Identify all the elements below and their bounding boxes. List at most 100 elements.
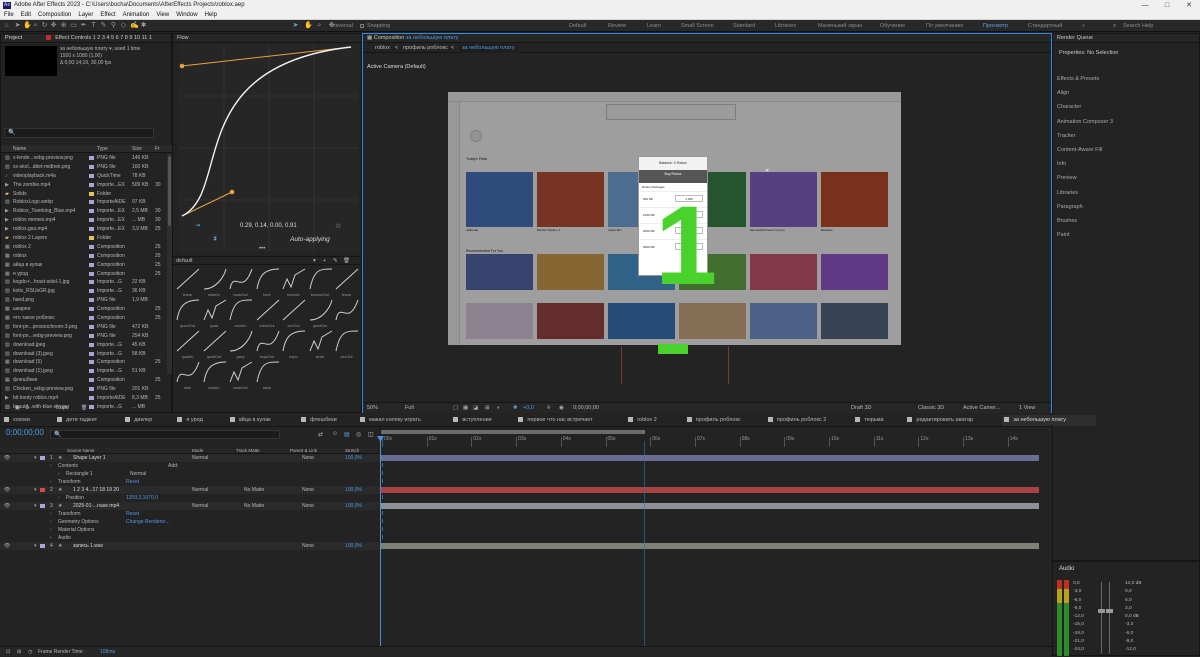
timeline-search-input[interactable]: 🔍 bbox=[50, 430, 280, 439]
label-color-chip[interactable] bbox=[89, 307, 94, 312]
preset-tile[interactable]: circle bbox=[308, 329, 333, 359]
layer-duration-bar[interactable] bbox=[381, 487, 1039, 493]
preset-set-select[interactable]: default bbox=[176, 258, 193, 264]
workspace-default-ru[interactable]: По умолчанию bbox=[926, 20, 963, 32]
flow-mirror-icon[interactable]: ⧗ bbox=[213, 236, 217, 243]
comp-flowchart-icon[interactable]: ⇄ bbox=[318, 431, 323, 438]
property-mode[interactable]: Normal bbox=[130, 470, 146, 478]
hand-icon[interactable]: ✋ bbox=[304, 22, 313, 30]
preset-tile[interactable]: quintOut bbox=[202, 329, 227, 359]
composition-name[interactable]: за небольшую плату bbox=[406, 35, 459, 41]
expand-twirl-icon[interactable]: › bbox=[50, 510, 52, 518]
workspace-libraries[interactable]: Libraries bbox=[775, 20, 796, 32]
timeline-tab[interactable]: за небольшую плату bbox=[1002, 415, 1097, 426]
timeline-tab[interactable]: первое что нас встречает bbox=[516, 415, 623, 426]
label-color-chip[interactable] bbox=[89, 316, 94, 321]
property-value-link[interactable]: Reset bbox=[126, 510, 139, 518]
project-item[interactable]: ▰ Solids Folder bbox=[1, 190, 167, 199]
timeline-tab[interactable]: нажал кнопку играть bbox=[358, 415, 449, 426]
preset-tile[interactable]: back bbox=[255, 360, 280, 390]
preset-tile[interactable]: quad bbox=[202, 298, 227, 328]
panel-item-content-aware-fill[interactable]: Content-Aware Fill bbox=[1053, 143, 1200, 157]
layer-parent[interactable]: None bbox=[302, 454, 314, 462]
preset-tile[interactable]: linear bbox=[334, 267, 359, 297]
label-color-chip[interactable] bbox=[89, 182, 94, 187]
layer-row[interactable]: 👁 ▾ 2 ★ 1 2 3 4...17 18 19 20 Normal No Matte N… bbox=[0, 486, 380, 494]
panel-item-info[interactable]: Info bbox=[1053, 157, 1200, 171]
project-item[interactable]: ▨ hand.png PNG file 1,9 MB bbox=[1, 296, 167, 305]
property-value-link[interactable]: Reset bbox=[126, 478, 139, 486]
label-color-chip[interactable] bbox=[89, 298, 94, 303]
project-item[interactable]: ▶ roblox memes.mp4 Importe...EX ... MB 30 bbox=[1, 216, 167, 225]
label-color-chip[interactable] bbox=[89, 351, 94, 356]
expand-twirl-icon[interactable]: › bbox=[50, 534, 52, 542]
timeline-tab[interactable]: профиль роблокс bbox=[685, 415, 763, 426]
brush-tool-icon[interactable]: ✎ bbox=[100, 22, 107, 30]
timeline-tab[interactable]: хохоки bbox=[2, 415, 52, 426]
expand-twirl-icon[interactable]: › bbox=[50, 526, 52, 534]
eye-visibility-icon[interactable]: 👁 bbox=[4, 486, 10, 494]
label-color-chip[interactable] bbox=[89, 227, 94, 232]
project-item[interactable]: ▨ xx-skol...ddet-midtrek.png PNG file 160 K… bbox=[1, 163, 167, 172]
menu-effect[interactable]: Effect bbox=[100, 11, 115, 19]
project-item[interactable]: ▶ roblox.gsa.mp4 Importe...EX 3,9 MB 25 bbox=[1, 225, 167, 234]
keyframe-marker-icon[interactable]: I bbox=[382, 471, 383, 477]
expand-twirl-icon[interactable]: › bbox=[50, 518, 52, 526]
expand-twirl-icon[interactable]: › bbox=[50, 462, 52, 470]
layer-mode[interactable]: Normal bbox=[192, 454, 208, 462]
timeline-tab[interactable]: диклер bbox=[123, 415, 172, 426]
selection-tool-icon[interactable]: ➤ bbox=[14, 22, 21, 30]
project-item[interactable]: ▰ roblox 2 Layers Folder bbox=[1, 234, 167, 243]
keyframe-marker-icon[interactable]: I bbox=[382, 511, 383, 517]
label-color-chip[interactable] bbox=[89, 396, 94, 401]
pan-behind-tool-icon[interactable]: ⊕ bbox=[60, 22, 67, 30]
project-item[interactable]: ▨ x-lende...vebg-preview.png PNG file 146 K… bbox=[1, 154, 167, 163]
column-parent[interactable]: Parent & Link bbox=[290, 447, 317, 454]
project-item[interactable]: ▶ The zombie.mp4 Importe...EX 509 KB 30 bbox=[1, 181, 167, 190]
layer-duration-bar[interactable] bbox=[381, 543, 1039, 549]
rectangle-tool-icon[interactable]: ▭ bbox=[70, 22, 77, 30]
expand-twirl-icon[interactable]: ▾ bbox=[34, 502, 37, 510]
delete-preset-icon[interactable]: 🗑 bbox=[343, 257, 350, 266]
popup-close-icon[interactable]: ✕ bbox=[765, 168, 769, 174]
breadcrumb-roblox[interactable]: roblox bbox=[375, 44, 390, 53]
timeline-tab[interactable]: дети таджит bbox=[55, 415, 120, 426]
layer-name[interactable]: 1 2 3 4...17 18 19 20 bbox=[73, 486, 119, 494]
panel-item-paint[interactable]: Paint bbox=[1053, 228, 1200, 242]
panel-item-libraries[interactable]: Libraries bbox=[1053, 186, 1200, 200]
text-tool-icon[interactable]: T bbox=[90, 22, 97, 30]
label-color-chip[interactable] bbox=[89, 378, 94, 383]
expand-twirl-icon[interactable]: › bbox=[58, 470, 60, 478]
layer-stretch[interactable]: 100,0% bbox=[345, 486, 362, 494]
motion-blur-icon[interactable]: ◎ bbox=[356, 431, 361, 438]
label-color-chip[interactable] bbox=[89, 262, 94, 267]
close-button[interactable]: ✕ bbox=[1178, 0, 1200, 11]
minimize-button[interactable]: — bbox=[1134, 0, 1156, 11]
panel-item-preview[interactable]: Preview bbox=[1053, 171, 1200, 185]
project-item[interactable]: ▦ шкарен Composition 25 bbox=[1, 305, 167, 314]
project-item[interactable]: ▦ download (5) Composition 25 bbox=[1, 358, 167, 367]
workspace-small-screen-ru[interactable]: Маленький экран bbox=[818, 20, 862, 32]
flow-more-icon[interactable]: ••• bbox=[259, 246, 265, 252]
keyframe-marker-icon[interactable]: I bbox=[382, 519, 383, 525]
layer-row[interactable]: 👁 ▾ 1 ★ Shape Layer 1 Normal None 100,0% bbox=[0, 454, 380, 462]
home-icon[interactable]: ⌂ bbox=[3, 22, 10, 30]
timeline-tab[interactable]: профиль роблокс 2 bbox=[766, 415, 850, 426]
layer-property-row[interactable]: › Transform Reset bbox=[0, 510, 380, 518]
layer-property-row[interactable]: › Position 1209,3,1070,0 bbox=[0, 494, 380, 502]
panel-item-align[interactable]: Align bbox=[1053, 86, 1200, 100]
eraser-tool-icon[interactable]: ◇ bbox=[120, 22, 127, 30]
keyframe-marker-icon[interactable]: I bbox=[382, 479, 383, 485]
label-color-chip[interactable] bbox=[89, 324, 94, 329]
preset-tile[interactable]: expo bbox=[281, 329, 306, 359]
layer-property-row[interactable]: › Contents Add: bbox=[0, 462, 380, 470]
layer-property-row[interactable]: › Material Options bbox=[0, 526, 380, 534]
layer-row[interactable]: 👁 ▾ 3 ★ 2025-01-...nase.mp4 Normal No Matte Non… bbox=[0, 502, 380, 510]
label-color-chip[interactable] bbox=[89, 173, 94, 178]
label-color-chip[interactable] bbox=[89, 200, 94, 205]
label-color-chip[interactable] bbox=[89, 342, 94, 347]
layer-property-row[interactable]: › Transform Reset bbox=[0, 478, 380, 486]
tab-project[interactable]: Project bbox=[5, 35, 22, 41]
preset-tile[interactable]: quartOut bbox=[175, 298, 200, 328]
snapping-checkbox[interactable] bbox=[360, 24, 364, 28]
